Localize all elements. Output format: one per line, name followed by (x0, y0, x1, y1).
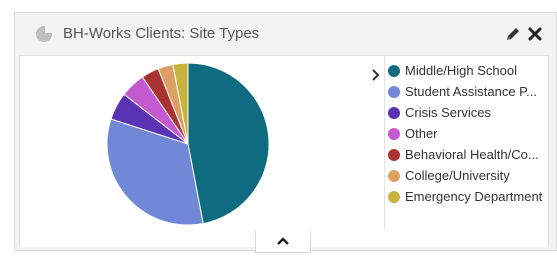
legend-label: Middle/High School (405, 63, 518, 78)
legend-label: Behavioral Health/Co... (405, 147, 539, 162)
legend-item[interactable]: Student Assistance P... (388, 81, 548, 102)
chart-widget: BH-Works Clients: Site Types Middle/High… (14, 12, 557, 253)
legend-label: Crisis Services (405, 105, 491, 120)
legend-label: Other (405, 126, 438, 141)
legend-divider (384, 56, 385, 229)
chevron-up-icon (277, 237, 289, 245)
close-icon[interactable] (528, 27, 542, 41)
chevron-right-icon (372, 69, 380, 81)
legend-swatch (388, 64, 400, 77)
legend-item[interactable]: Emergency Department (388, 186, 548, 207)
legend-toggle-button[interactable] (368, 64, 384, 86)
chart-legend: Middle/High School Student Assistance P..… (388, 60, 548, 207)
legend-swatch (388, 85, 400, 98)
legend-swatch (388, 106, 400, 119)
legend-item[interactable]: College/University (388, 165, 548, 186)
pie-slice-0[interactable] (187, 62, 270, 225)
collapse-button[interactable] (255, 231, 311, 253)
legend-item[interactable]: Behavioral Health/Co... (388, 144, 548, 165)
pie-chart-icon (36, 25, 53, 42)
legend-label: Emergency Department (405, 189, 543, 204)
chart-body: Middle/High School Student Assistance P..… (19, 55, 549, 230)
legend-item[interactable]: Middle/High School (388, 60, 548, 81)
legend-swatch (388, 190, 400, 203)
pencil-icon[interactable] (506, 27, 520, 41)
legend-label: Student Assistance P... (405, 84, 538, 99)
legend-swatch (388, 127, 400, 140)
legend-item[interactable]: Crisis Services (388, 102, 548, 123)
legend-label: College/University (405, 168, 510, 183)
pie-chart (106, 62, 270, 226)
legend-swatch (388, 148, 400, 161)
legend-item[interactable]: Other (388, 123, 548, 144)
legend-swatch (388, 169, 400, 182)
widget-title: BH-Works Clients: Site Types (63, 25, 260, 42)
widget-header: BH-Works Clients: Site Types (15, 13, 556, 55)
